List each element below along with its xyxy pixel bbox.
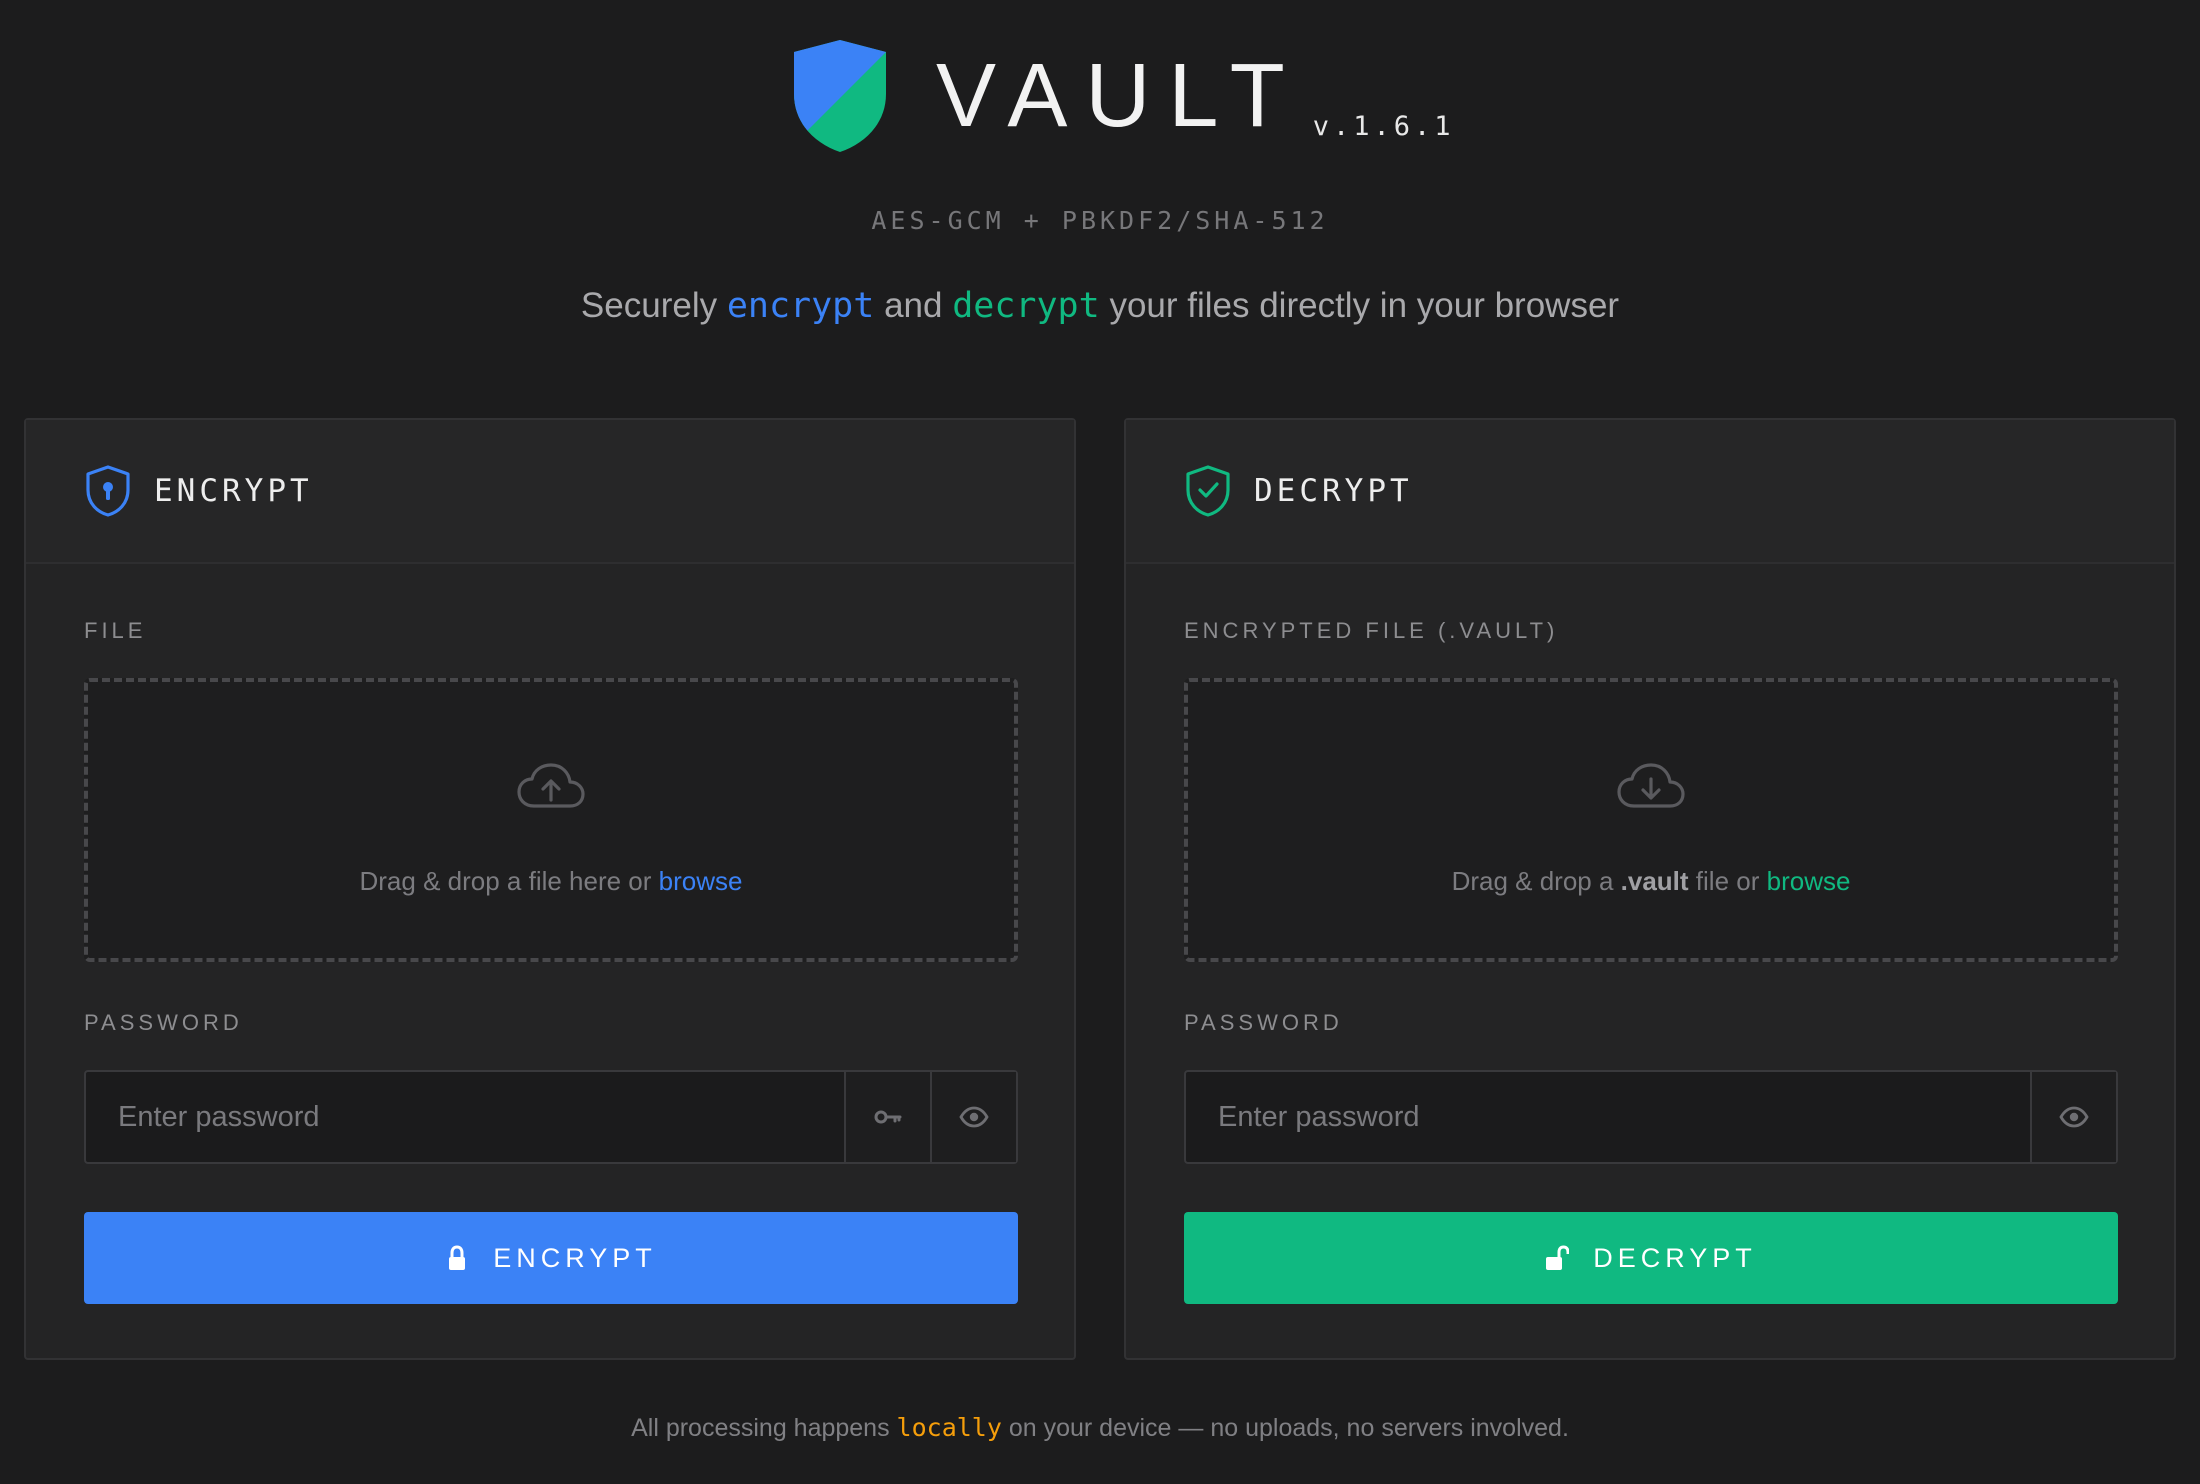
- decrypt-panel-header: DECRYPT: [1126, 420, 2174, 564]
- decrypt-button-label: DECRYPT: [1593, 1242, 1757, 1273]
- drop-text-pre: Drag & drop a: [1451, 866, 1621, 896]
- generate-password-button[interactable]: [844, 1072, 930, 1162]
- tagline-encrypt: encrypt: [726, 286, 875, 326]
- decrypt-dropzone[interactable]: Drag & drop a .vault file or browse: [1184, 678, 2118, 962]
- password-label: PASSWORD: [84, 1010, 243, 1035]
- encrypt-panel: ENCRYPT FILE Drag & drop a file here or …: [24, 418, 1076, 1360]
- decrypt-panel: DECRYPT ENCRYPTED FILE (.VAULT) Drag & d…: [1124, 418, 2176, 1360]
- decrypt-password-group: [1184, 1070, 2118, 1164]
- eye-icon: [959, 1106, 989, 1128]
- toggle-password-visibility-button[interactable]: [2030, 1072, 2116, 1162]
- footer-highlight: locally: [896, 1413, 1002, 1442]
- app-version: v.1.6.1: [1312, 111, 1455, 142]
- header: VAULT v.1.6.1: [0, 36, 2200, 156]
- shield-check-icon: [1186, 465, 1230, 517]
- tagline-decrypt: decrypt: [952, 286, 1100, 326]
- tagline-pre: Securely: [580, 286, 727, 325]
- decrypt-drop-text: Drag & drop a .vault file or browse: [1188, 866, 2114, 897]
- brand: VAULT v.1.6.1: [790, 36, 1455, 156]
- encrypt-password-input[interactable]: [86, 1072, 844, 1162]
- cloud-upload-icon: [517, 763, 585, 808]
- encrypt-button-label: ENCRYPT: [493, 1242, 657, 1273]
- footer-pre: All processing happens: [631, 1414, 897, 1442]
- footer-post: on your device — no uploads, no servers …: [1001, 1414, 1569, 1442]
- browse-link[interactable]: browse: [1767, 866, 1851, 896]
- algorithm-label: AES-GCM + PBKDF2/SHA-512: [871, 206, 1329, 235]
- tagline-mid: and: [874, 286, 953, 325]
- encrypt-panel-title: ENCRYPT: [154, 473, 313, 509]
- encrypt-button[interactable]: ENCRYPT: [84, 1212, 1018, 1304]
- app-title: VAULT: [936, 46, 1303, 146]
- tagline-post: your files directly in your browser: [1099, 286, 1620, 325]
- encrypt-panel-header: ENCRYPT: [26, 420, 1074, 564]
- tagline: Securely encrypt and decrypt your files …: [0, 286, 2200, 326]
- decrypt-password-input[interactable]: [1186, 1072, 2030, 1162]
- file-label: FILE: [84, 618, 147, 643]
- key-icon: [874, 1110, 902, 1124]
- encrypted-file-label: ENCRYPTED FILE (.VAULT): [1184, 618, 1559, 643]
- encrypt-dropzone[interactable]: Drag & drop a file here or browse: [84, 678, 1018, 962]
- encrypt-drop-text: Drag & drop a file here or browse: [88, 866, 1014, 897]
- cloud-download-icon: [1617, 763, 1685, 808]
- decrypt-button[interactable]: DECRYPT: [1184, 1212, 2118, 1304]
- footer-note: All processing happens locally on your d…: [0, 1413, 2200, 1443]
- drop-text: Drag & drop a file here or: [359, 866, 659, 896]
- shield-logo-icon: [794, 40, 886, 152]
- decrypt-panel-title: DECRYPT: [1254, 473, 1413, 509]
- encrypt-password-group: [84, 1070, 1018, 1164]
- toggle-password-visibility-button[interactable]: [930, 1072, 1016, 1162]
- lock-icon: [449, 1245, 466, 1270]
- browse-link[interactable]: browse: [659, 866, 743, 896]
- drop-text-post: file or: [1688, 866, 1767, 896]
- unlock-icon: [1546, 1245, 1570, 1270]
- password-label: PASSWORD: [1184, 1010, 1343, 1035]
- drop-text-ext: .vault: [1620, 866, 1689, 896]
- eye-icon: [2059, 1106, 2089, 1128]
- shield-keyhole-icon: [86, 465, 130, 517]
